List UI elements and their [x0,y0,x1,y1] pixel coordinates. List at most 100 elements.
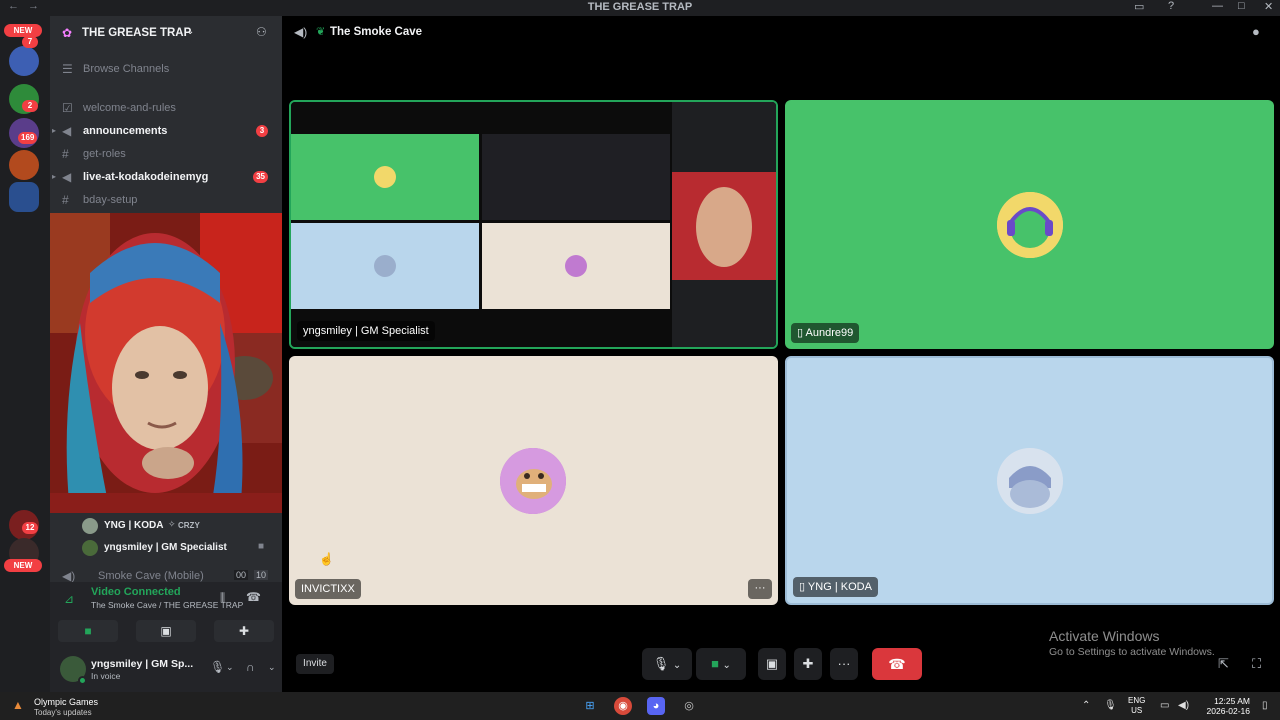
notifications-icon[interactable]: ▯ [1262,700,1268,711]
screen-share-button[interactable]: ▣ [136,620,196,642]
server-icon[interactable] [9,46,39,76]
clock-date: 2026-02-16 [1206,706,1250,716]
tile-label: ▯ Aundre99 [791,323,860,343]
input-language[interactable]: ENG US [1128,696,1145,716]
voice-member[interactable]: yngsmiley | GM Specialist ■ [82,538,282,558]
video-tile-yng-koda[interactable]: ▯ YNG | KODA [785,356,1274,605]
user-limit: 10 [254,570,269,580]
mention-badge: 169 [18,132,38,144]
guild-header[interactable]: ✿ THE GREASE TRAP ⌄ ⚇ [50,16,282,50]
system-clock[interactable]: 12:25 AM 2026-02-16 [1198,696,1250,716]
tile-label-text: Aundre99 [805,327,854,339]
microphone-toggle-button[interactable]: 🎙 ⌄ [642,648,692,680]
channel-name: live-at-kodakodeinemyg [83,171,209,183]
news-widget-title[interactable]: Olympic Games [34,697,98,707]
maximize-button[interactable]: □ [1238,0,1245,12]
username[interactable]: yngsmiley | GM Sp... [91,658,193,670]
discord-icon[interactable]: ◕ [647,697,665,715]
voice-member[interactable]: YNG | KODA ✧ CRZY [82,516,282,536]
video-tile-invictixx[interactable]: ☝ INVICTIXX ··· [289,356,778,605]
activities-button[interactable]: ✚ [794,648,822,680]
tile-label-text: YNG | KODA [807,581,872,593]
disconnect-icon[interactable]: ☎ [246,590,261,604]
window-title: THE GREASE TRAP [587,1,693,13]
channel-announcements[interactable]: ▸ ◀ announcements 3 [50,120,282,142]
self-camera-feed [50,213,282,513]
network-icon[interactable]: ▭ [1160,700,1169,711]
headphones-icon[interactable]: ∩ [246,660,255,674]
hash-icon: # [62,193,69,207]
anime-avatar-icon [997,448,1063,514]
tile-label: yngsmiley | GM Specialist [297,321,435,341]
activities-button[interactable]: ✚ [214,620,274,642]
clock-time: 12:25 AM [1214,696,1250,706]
user-status: In voice [91,671,121,681]
clan-tag-icon: ✧ [168,519,176,529]
watermark-title: Activate Windows [1049,628,1160,644]
megaphone-icon: ◀ [62,170,72,184]
browse-channels-label: Browse Channels [83,63,170,75]
microphone-icon: 🎙 [652,656,670,671]
voice-status[interactable]: Video Connected [91,586,181,598]
app-icon[interactable]: ◎ [680,697,698,715]
news-widget-icon[interactable]: ▲ [12,698,24,712]
hash-icon: # [62,147,69,161]
app-titlebar: ← → THE GREASE TRAP ▭ ? — □ ✕ [0,0,1280,16]
popout-icon[interactable]: ⇱ [1218,656,1229,672]
channel-bday-setup[interactable]: # bday-setup [50,189,282,211]
language-code: ENG [1128,696,1146,705]
channel-name: welcome-and-rules [83,102,176,114]
help-icon[interactable]: ? [1168,0,1174,12]
inbox-icon[interactable]: ▭ [1134,0,1144,13]
camera-toggle-button[interactable]: ■ ⌄ [696,648,746,680]
chevron-down-icon[interactable]: ⌄ [268,662,276,673]
user-avatar [997,448,1063,514]
mobile-icon: ▯ [797,327,806,339]
more-options-button[interactable]: ··· [830,648,858,680]
active-server-icon[interactable] [9,182,39,212]
channel-live-at-kodakodeinemyg[interactable]: ▸ ◀ live-at-kodakodeinemyg 35 [50,166,282,188]
new-unreads-pill[interactable]: NEW [4,559,42,572]
channel-name: Smoke Cave (Mobile) [98,570,204,582]
volume-icon[interactable]: ◀) [1178,700,1189,711]
video-tile-aundre99[interactable]: ▯ Aundre99 [785,100,1274,349]
tray-microphone-icon[interactable]: 🎙 [1104,700,1117,711]
noise-suppression-icon[interactable]: ⫼ [220,592,225,605]
headset-avatar-icon [997,192,1063,258]
speaker-icon: ◀) [294,25,308,39]
fullscreen-icon[interactable]: ⛶ [1252,656,1261,672]
mention-badge: 12 [22,522,38,534]
server-icon[interactable] [9,150,39,180]
disconnect-button[interactable]: ☎ [872,648,922,680]
channel-welcome-and-rules[interactable]: ☑ welcome-and-rules [50,97,282,119]
avatar [82,518,98,534]
caret-icon: ▸ [52,172,57,181]
minimize-button[interactable]: — [1212,0,1223,12]
unread-badge: 3 [256,125,268,137]
cartoon-avatar-icon [500,448,566,514]
camera-toggle-button[interactable]: ■ [58,620,118,642]
server-rail: NEW 7 2 169 12 NEW [0,16,50,692]
screen-share-icon: ▣ [765,656,779,671]
signal-icon[interactable]: ⊿ [64,592,74,606]
chevron-down-icon[interactable]: ⌄ [226,662,234,673]
windows-start-icon[interactable]: ⊞ [581,697,599,715]
video-tile-screenshare[interactable]: yngsmiley | GM Specialist [289,100,778,349]
chrome-icon[interactable]: ◉ [614,697,632,715]
tile-more-button[interactable]: ··· [748,579,772,599]
channel-get-roles[interactable]: # get-roles [50,143,282,165]
leaf-icon: ❦ [316,26,326,38]
mention-badge: 7 [22,36,38,48]
browse-channels[interactable]: ☰ Browse Channels [50,58,282,80]
chat-bubble-icon[interactable]: ● [1252,24,1260,39]
screen-share-button[interactable]: ▣ [758,648,786,680]
news-widget-subtitle[interactable]: Today's updates [34,708,92,717]
add-member-icon[interactable]: ⚇ [256,25,267,39]
chevron-down-icon: ⌄ [722,660,731,671]
invite-button[interactable]: Invite [296,654,334,674]
close-button[interactable]: ✕ [1264,0,1273,13]
microphone-icon[interactable]: 🎙 [210,660,225,674]
tray-expand-icon[interactable]: ⌃ [1082,700,1090,711]
new-unreads-pill[interactable]: NEW [4,24,42,37]
list-icon: ☰ [62,62,73,76]
